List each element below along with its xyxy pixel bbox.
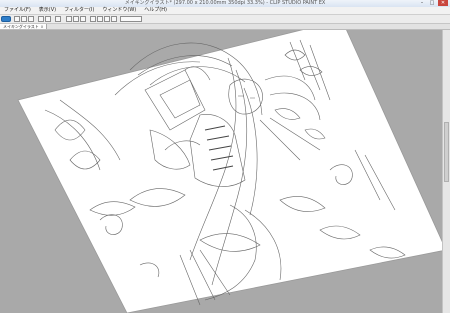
clip-logo-icon[interactable] [1, 16, 11, 22]
ruler-icon[interactable] [104, 16, 110, 22]
save-icon[interactable] [28, 16, 34, 22]
menu-view[interactable]: 表示(V) [35, 7, 60, 14]
vertical-scrollbar[interactable] [442, 30, 450, 313]
scrollbar-thumb[interactable] [444, 122, 449, 182]
command-bar [0, 15, 450, 24]
window-controls: – □ ✕ [418, 0, 448, 7]
menu-file[interactable]: ファイル(F) [0, 7, 35, 14]
rotated-canvas-paper[interactable] [17, 30, 442, 313]
eraser-icon[interactable] [73, 16, 79, 22]
tab-document[interactable]: メイキングイラスト x [0, 24, 48, 29]
menu-help[interactable]: ヘルプ(H) [140, 7, 171, 14]
minimize-button[interactable]: – [418, 0, 426, 6]
selection-icon[interactable] [90, 16, 96, 22]
menu-filter[interactable]: フィルター(I) [60, 7, 98, 14]
tab-document-label: メイキングイラスト [3, 24, 39, 29]
dropdown-icon[interactable] [120, 16, 142, 22]
pen-icon[interactable] [66, 16, 72, 22]
brush-icon[interactable] [80, 16, 86, 22]
layer-icon[interactable] [111, 16, 117, 22]
transform-icon[interactable] [55, 16, 61, 22]
canvas-view[interactable] [0, 30, 442, 313]
canvas-area[interactable] [0, 30, 442, 313]
new-file-icon[interactable] [14, 16, 20, 22]
window-title: メイキングイラスト* (297.00 x 210.00mm 350dpi 33.… [124, 0, 326, 6]
menu-bar: ファイル(F) 表示(V) フィルター(I) ウィンドウ(W) ヘルプ(H) [0, 7, 450, 15]
maximize-button[interactable]: □ [428, 0, 436, 6]
tab-close-icon[interactable]: x [41, 24, 43, 29]
close-button[interactable]: ✕ [438, 0, 448, 6]
redo-icon[interactable] [45, 16, 51, 22]
open-icon[interactable] [21, 16, 27, 22]
undo-icon[interactable] [38, 16, 44, 22]
menu-window[interactable]: ウィンドウ(W) [98, 7, 140, 14]
grid-icon[interactable] [97, 16, 103, 22]
